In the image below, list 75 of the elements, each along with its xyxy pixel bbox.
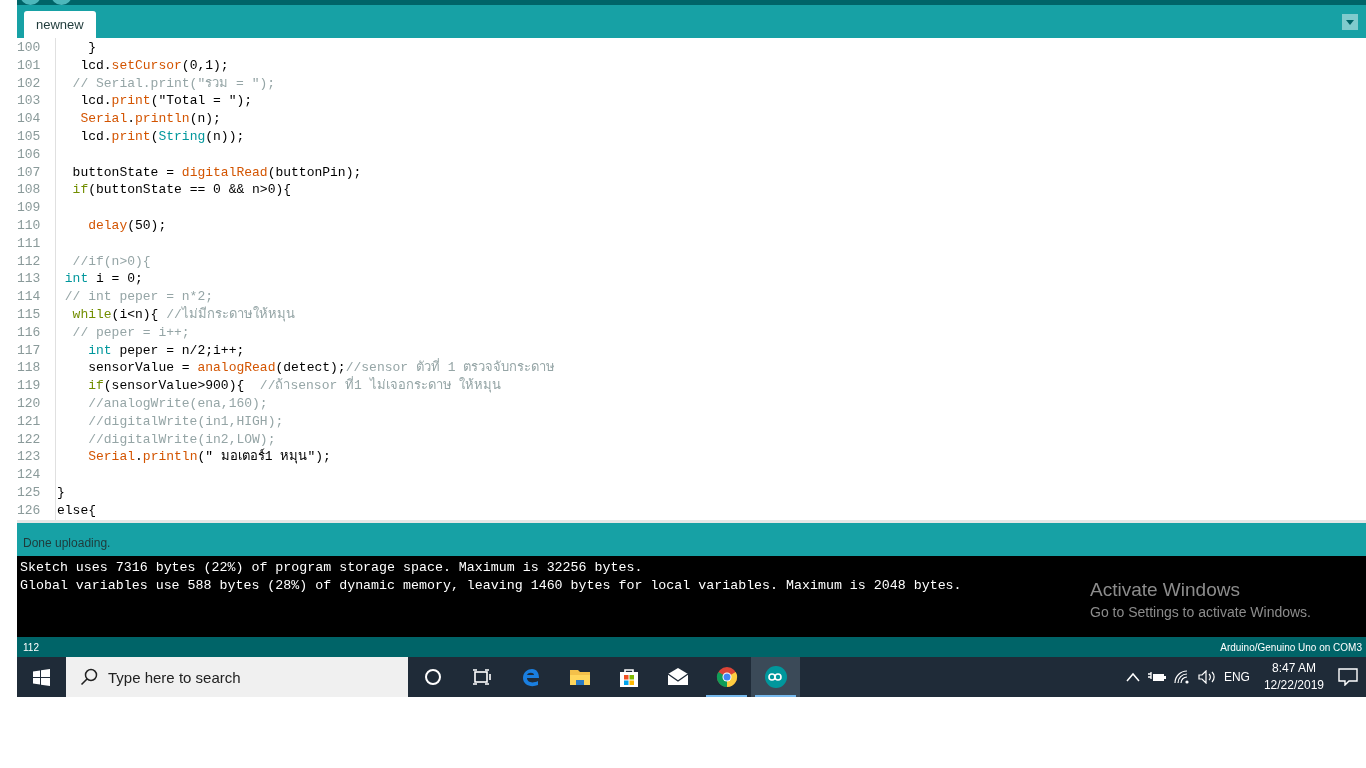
console-line: Global variables use 588 bytes (28%) of dynamic memory, leaving 1460 bytes for local variables. Maximum is 2048 bytes. <box>20 577 962 595</box>
dropdown-icon[interactable] <box>1342 13 1358 30</box>
status-message: Done uploading. <box>23 535 111 550</box>
line-number: 113 <box>17 270 41 289</box>
code-line: sensorValue = analogRead(detect);//sensor ตัวที่ 1 ตรวจจับกระดาษ <box>87 359 556 376</box>
infinity-logo-icon[interactable] <box>763 665 788 689</box>
speaker-icon[interactable] <box>1197 670 1216 684</box>
running-indicator <box>755 695 796 697</box>
code-line: if(sensorValue>900){ //ถ้าsensor ที่1 ไม่เจอกระดาษ ให้หมุน <box>87 377 502 395</box>
code-line: // Serial.print("รวม = "); <box>71 74 276 93</box>
activation-title: Activate Windows <box>1090 578 1241 602</box>
code-line: Serial.println(n); <box>79 110 221 128</box>
code-line: if(buttonState == 0 && n>0){ <box>71 181 292 200</box>
line-number: 126 <box>17 501 41 520</box>
line-number: 119 <box>17 377 41 395</box>
code-line: //if(n>0){ <box>71 252 151 271</box>
clock-date[interactable]: 12/22/2019 <box>1263 677 1324 694</box>
code-line: //digitalWrite(in1,HIGH); <box>87 412 284 431</box>
code-line: // int peper = n*2; <box>63 288 214 306</box>
line-number: 123 <box>17 448 41 467</box>
line-number: 122 <box>17 430 41 449</box>
code-line: else{ <box>57 501 96 520</box>
line-number: 125 <box>17 483 41 502</box>
line-number: 108 <box>17 181 41 200</box>
search-icon <box>80 668 98 686</box>
code-line: int peper = n/2;i++; <box>87 341 245 360</box>
line-number: 106 <box>17 145 41 164</box>
code-line: delay(50); <box>87 216 167 235</box>
line-number: 114 <box>17 288 41 306</box>
code-line: //analogWrite(ena,160); <box>87 394 268 413</box>
running-indicator <box>706 695 747 697</box>
file-tab[interactable]: newnew <box>24 11 96 38</box>
chrome-ball-icon[interactable] <box>714 665 739 689</box>
line-number: 104 <box>17 110 41 128</box>
line-number: 116 <box>17 323 41 342</box>
code-line: Serial.println(" มอเตอร์1 หมุน"); <box>87 448 331 467</box>
console-line: Sketch uses 7316 bytes (22%) of program storage space. Maximum is 32256 bytes. <box>20 559 643 577</box>
windows-logo-icon[interactable] <box>32 668 50 686</box>
code-line: // peper = i++; <box>71 323 190 342</box>
line-number: 105 <box>17 128 41 146</box>
clock-time[interactable]: 8:47 AM <box>1271 660 1316 677</box>
search-placeholder: Type here to search <box>108 668 241 686</box>
code-line: } <box>87 39 96 57</box>
line-number: 117 <box>17 341 41 360</box>
line-number: 124 <box>17 466 41 484</box>
line-number: 115 <box>17 305 41 324</box>
code-line: while(i<n){ //ไม่มีกระดาษให้หมุน <box>71 305 295 324</box>
activation-subtitle: Go to Settings to activate Windows. <box>1090 603 1311 622</box>
line-indicator: 112 <box>23 641 39 653</box>
board-label: Arduino/Genuino Uno on COM3 <box>1220 641 1362 653</box>
code-line: lcd.print(String(n)); <box>79 128 245 146</box>
chevron-up-icon[interactable] <box>1125 672 1140 682</box>
line-number: 118 <box>17 359 41 378</box>
code-line: } <box>57 483 65 502</box>
line-number: 102 <box>17 74 41 93</box>
notification-icon[interactable] <box>1338 668 1358 686</box>
line-number: 111 <box>17 234 41 253</box>
code-line: //digitalWrite(in2,LOW); <box>87 430 276 448</box>
battery-icon[interactable] <box>1147 671 1166 683</box>
line-number: 121 <box>17 412 41 431</box>
line-number: 101 <box>17 56 41 75</box>
language-indicator[interactable]: ENG <box>1223 670 1250 684</box>
line-number: 112 <box>17 252 41 271</box>
search-field[interactable]: Type here to search <box>66 657 408 697</box>
line-number: 107 <box>17 163 41 182</box>
wifi-icon[interactable] <box>1173 670 1190 684</box>
line-number: 103 <box>17 92 41 111</box>
code-line: lcd.print("Total = "); <box>79 92 253 111</box>
code-line: buttonState = digitalRead(buttonPin); <box>71 163 362 182</box>
line-number: 110 <box>17 216 41 235</box>
line-number: 109 <box>17 199 41 217</box>
code-line: int i = 0; <box>63 270 143 289</box>
code-line: lcd.setCursor(0,1); <box>79 56 229 75</box>
line-number: 100 <box>17 39 41 57</box>
line-number: 120 <box>17 394 41 413</box>
